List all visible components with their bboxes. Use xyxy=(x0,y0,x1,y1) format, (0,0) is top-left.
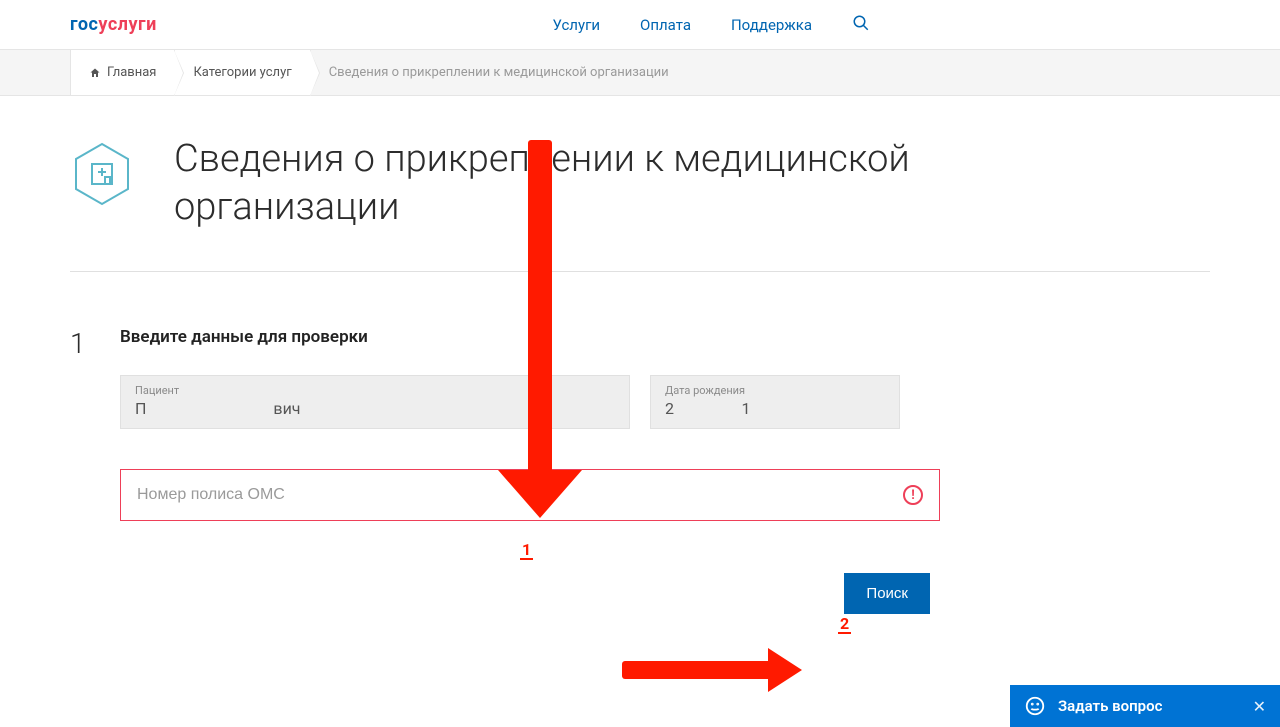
logo-part-uslugi: услуги xyxy=(98,14,156,35)
breadcrumb-categories-label: Категории услуг xyxy=(193,65,291,80)
breadcrumb: Главная Категории услуг Сведения о прикр… xyxy=(0,50,1280,96)
breadcrumb-categories[interactable]: Категории услуг xyxy=(175,50,310,95)
patient-field-value: П вич xyxy=(135,399,615,418)
section-divider xyxy=(70,271,1210,272)
step-1-block: Введите данные для проверки Пациент П ви… xyxy=(120,327,940,614)
patient-field-label: Пациент xyxy=(135,384,615,397)
policy-input-row: ! xyxy=(120,469,940,521)
breadcrumb-current: Сведения о прикреплении к медицинской ор… xyxy=(311,50,687,95)
main-content: Сведения о прикреплении к медицинской ор… xyxy=(0,96,1280,614)
error-exclamation-icon: ! xyxy=(903,485,923,505)
service-hex-icon xyxy=(70,142,134,206)
site-header: госуслуги Услуги Оплата Поддержка xyxy=(0,0,1280,50)
search-icon[interactable] xyxy=(852,14,870,36)
nav-payment[interactable]: Оплата xyxy=(640,16,691,34)
annotation-label-2: 2 xyxy=(838,616,851,634)
breadcrumb-home[interactable]: Главная xyxy=(70,50,175,95)
policy-number-input[interactable] xyxy=(137,486,903,504)
chat-widget[interactable]: Задать вопрос ✕ xyxy=(1010,685,1280,727)
step-1-number: 1 xyxy=(70,327,90,360)
annotation-arrow-2-body xyxy=(622,661,772,679)
nav-services[interactable]: Услуги xyxy=(553,16,601,34)
nav-support[interactable]: Поддержка xyxy=(731,16,812,34)
step-1: 1 Введите данные для проверки Пациент П … xyxy=(70,327,1210,614)
step-1-title: Введите данные для проверки xyxy=(120,327,940,347)
home-icon xyxy=(89,67,101,79)
chat-close-icon[interactable]: ✕ xyxy=(1253,697,1266,716)
annotation-arrow-2-head xyxy=(768,648,802,692)
submit-row: Поиск xyxy=(120,573,940,614)
site-logo[interactable]: госуслуги xyxy=(70,14,157,35)
logo-part-gos: гос xyxy=(70,14,98,35)
chat-widget-label: Задать вопрос xyxy=(1058,697,1241,715)
chat-face-icon xyxy=(1024,695,1046,717)
dob-field-value: 2 1 xyxy=(665,399,885,418)
patient-field: Пациент П вич xyxy=(120,375,630,429)
title-row: Сведения о прикреплении к медицинской ор… xyxy=(70,136,1210,231)
top-nav: Услуги Оплата Поддержка xyxy=(553,14,871,36)
readonly-fields-row: Пациент П вич Дата рождения 2 1 xyxy=(120,375,940,429)
dob-field-label: Дата рождения xyxy=(665,384,885,397)
search-button[interactable]: Поиск xyxy=(844,573,930,614)
breadcrumb-home-label: Главная xyxy=(107,65,156,80)
page-title: Сведения о прикреплении к медицинской ор… xyxy=(174,136,1074,231)
dob-field: Дата рождения 2 1 xyxy=(650,375,900,429)
breadcrumb-current-label: Сведения о прикреплении к медицинской ор… xyxy=(329,65,669,80)
